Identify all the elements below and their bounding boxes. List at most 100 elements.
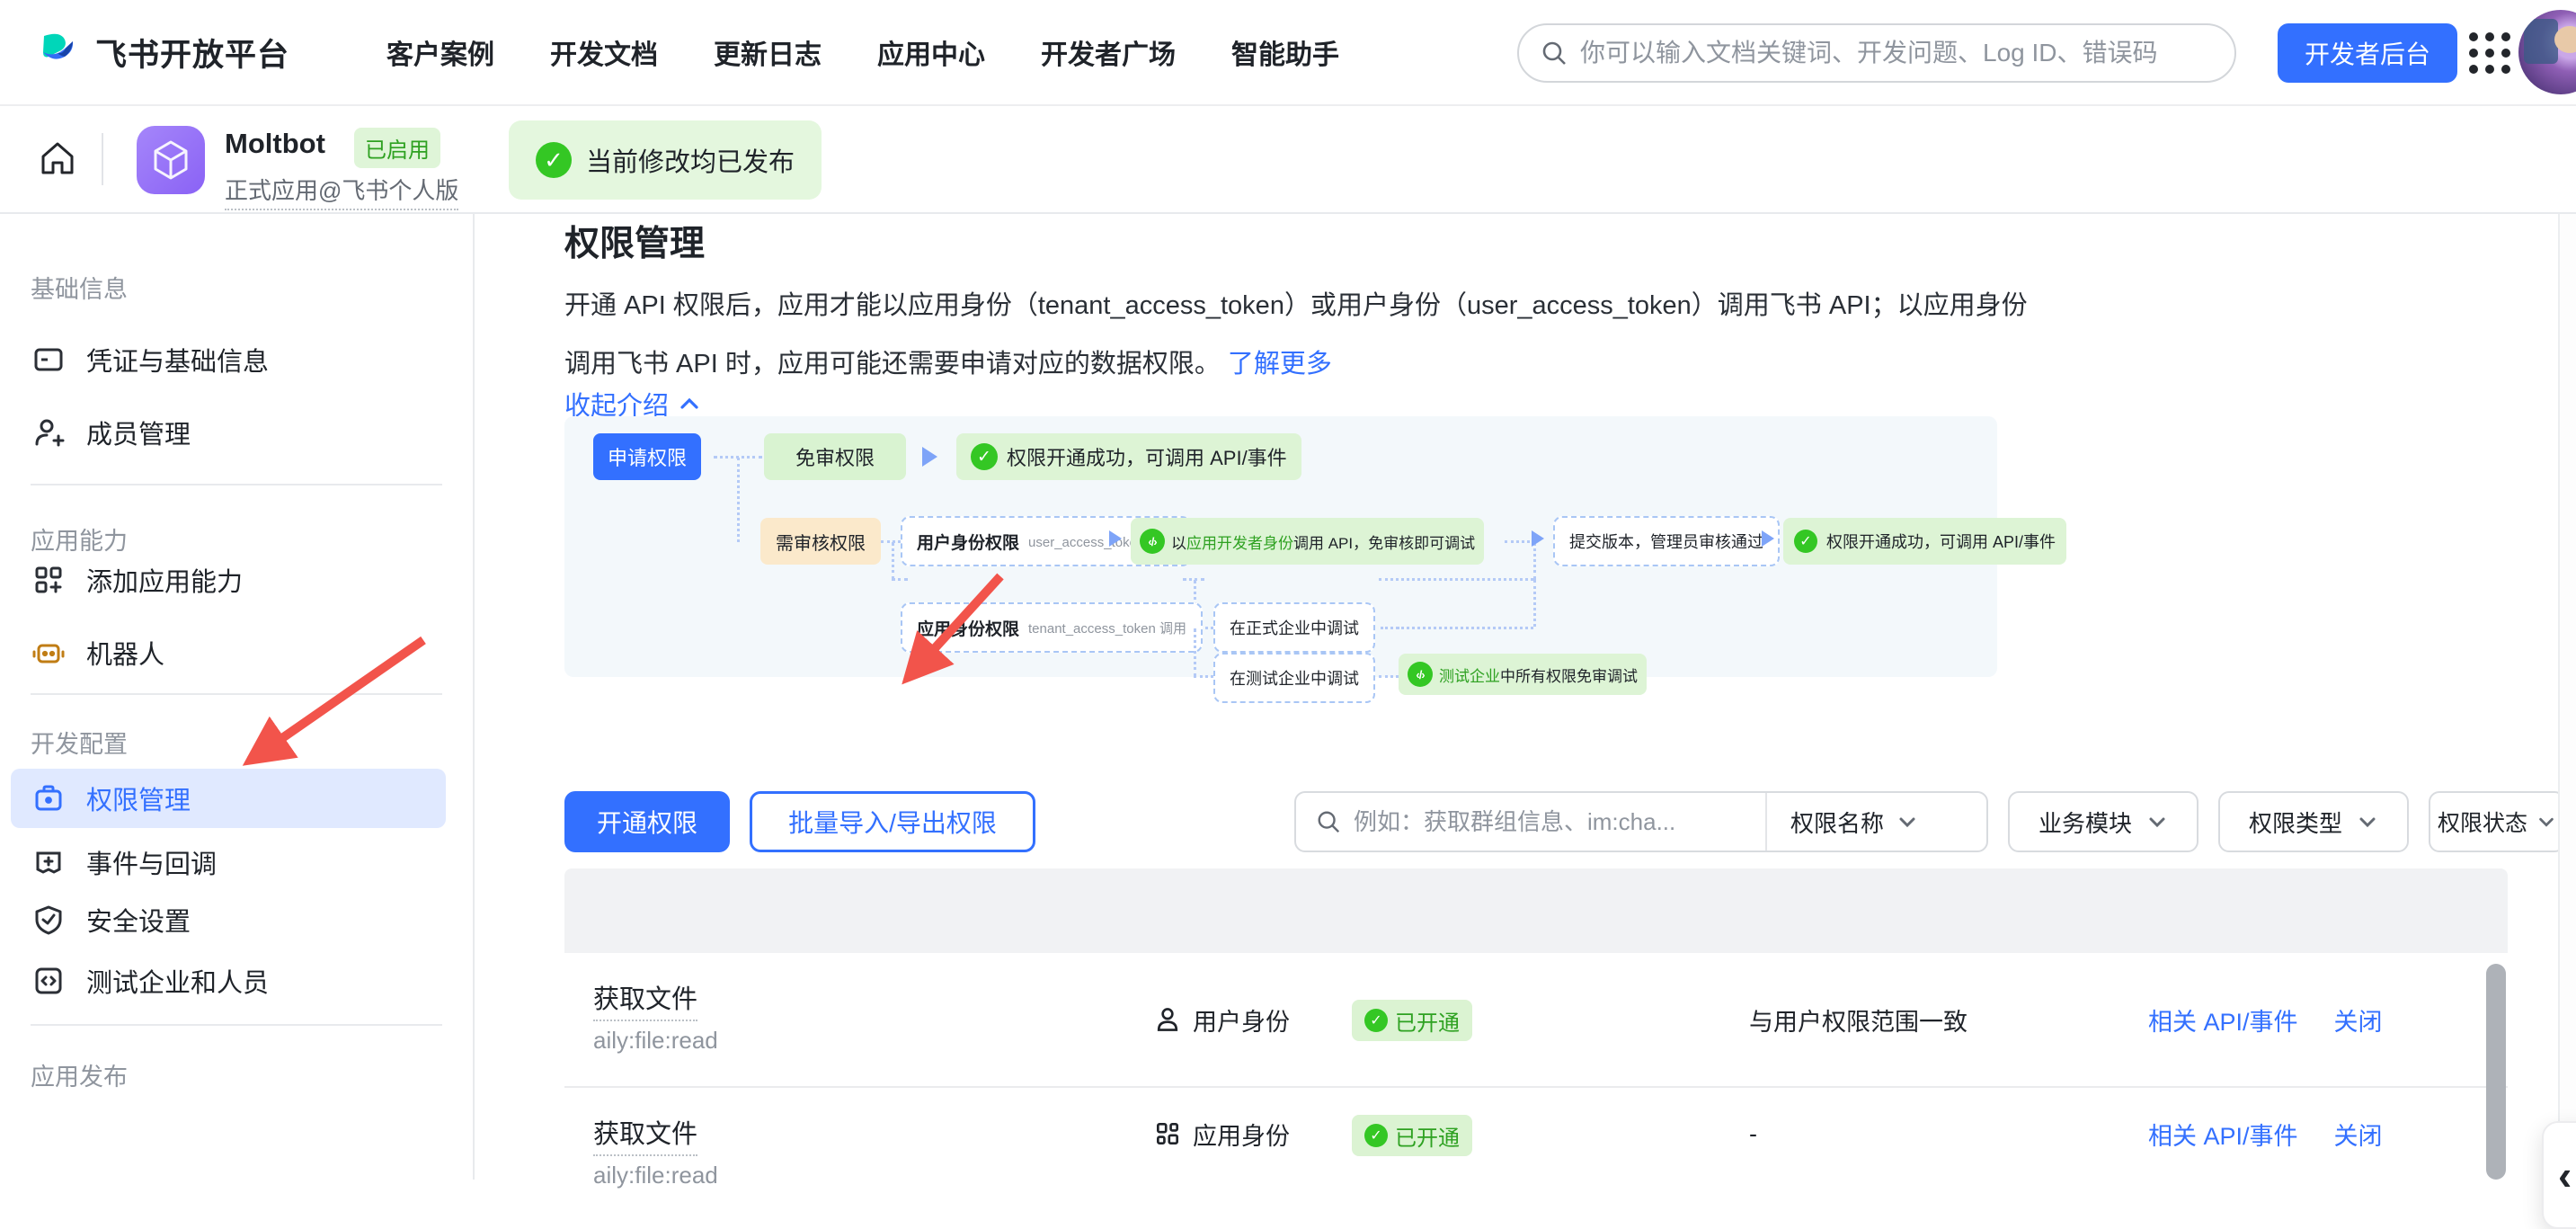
- sidebar-item-label: 权限管理: [86, 779, 191, 817]
- flow-dev-text: 以应用开发者身份调用 API，免审核即可调试: [1171, 530, 1475, 553]
- connector: [1379, 578, 1533, 581]
- flow-node-no-review: 免审权限: [764, 433, 906, 480]
- search-icon: [1316, 809, 1341, 834]
- page-scrollbar-gutter[interactable]: [2558, 214, 2576, 1180]
- shield-check-icon: [32, 904, 65, 936]
- enabled-status-badge: 已启用: [354, 128, 440, 168]
- filter-business-module[interactable]: 业务模块: [2008, 791, 2198, 852]
- data-scope-cell: -: [1749, 1088, 1757, 1180]
- user-avatar[interactable]: [2518, 10, 2576, 94]
- chevron-down-icon: [2146, 811, 2168, 833]
- permission-name[interactable]: 获取文件: [593, 1113, 697, 1156]
- filter-label: 权限状态: [2438, 806, 2527, 838]
- arrow-right-icon: [1762, 530, 1774, 547]
- app-icon[interactable]: [137, 126, 205, 194]
- feishu-logo-icon: [36, 30, 81, 75]
- close-permission-link[interactable]: 关闭: [2334, 1117, 2383, 1152]
- connector: [1194, 628, 1196, 677]
- learn-more-link[interactable]: 了解更多: [1228, 350, 1332, 378]
- sidebar-item-events[interactable]: 事件与回调: [11, 833, 446, 892]
- sidebar-item-label: 凭证与基础信息: [86, 341, 269, 378]
- related-api-link[interactable]: 相关 API/事件: [2148, 1117, 2298, 1152]
- sidebar-item-security[interactable]: 安全设置: [11, 890, 446, 949]
- flow-success2-text: 权限开通成功，可调用 API/事件: [1826, 530, 2056, 553]
- search-icon: [1541, 40, 1568, 67]
- connector: [892, 578, 908, 581]
- dev-code-icon: ‹/›: [1140, 529, 1165, 554]
- intro-line-1: 开通 API 权限后，应用才能以应用身份（tenant_access_token…: [564, 284, 2028, 322]
- sidebar-item-label: 事件与回调: [86, 843, 217, 881]
- check-circle-icon: ✓: [536, 142, 572, 178]
- connector: [737, 458, 740, 542]
- published-status-text: 当前修改均已发布: [586, 141, 795, 179]
- primary-nav: 客户案例 开发文档 更新日志 应用中心 开发者广场 智能助手: [386, 32, 1339, 72]
- permission-flow-diagram: 申请权限 免审权限 ✓ 权限开通成功，可调用 API/事件 需审核权限 用户身份…: [564, 416, 1997, 677]
- flow-app-identity-sub: tenant_access_token 调用: [1028, 619, 1186, 637]
- event-callback-icon: [32, 846, 65, 878]
- connector: [1397, 627, 1533, 629]
- dev-code-icon: ‹/›: [1408, 662, 1433, 687]
- nav-item-developer-plaza[interactable]: 开发者广场: [1041, 32, 1176, 72]
- developer-console-button[interactable]: 开发者后台: [2278, 23, 2457, 83]
- batch-import-export-button[interactable]: 批量导入/导出权限: [750, 791, 1035, 852]
- code-box-icon: [32, 965, 65, 997]
- check-circle-icon: ✓: [1364, 1124, 1388, 1147]
- chevron-up-icon: [678, 392, 701, 415]
- permission-search-box[interactable]: 权限名称: [1294, 791, 1988, 852]
- search-type-select[interactable]: 权限名称: [1767, 806, 1941, 839]
- connector: [881, 540, 901, 543]
- table-header: [564, 868, 2508, 953]
- close-permission-link[interactable]: 关闭: [2334, 1002, 2383, 1038]
- check-circle-icon: ✓: [971, 443, 998, 470]
- collapse-panel-float-button[interactable]: ‹: [2542, 1121, 2576, 1229]
- nav-item-docs[interactable]: 开发文档: [550, 32, 658, 72]
- apps-grid-icon[interactable]: [2460, 23, 2519, 83]
- nav-item-app-center[interactable]: 应用中心: [877, 32, 985, 72]
- filter-permission-type[interactable]: 权限类型: [2218, 791, 2409, 852]
- sidebar-item-bot[interactable]: 机器人: [11, 623, 446, 682]
- top-navigation: 飞书开放平台 客户案例 开发文档 更新日志 应用中心 开发者广场 智能助手 开发…: [0, 0, 2576, 106]
- nav-item-cases[interactable]: 客户案例: [386, 32, 494, 72]
- flow-success-text: 权限开通成功，可调用 API/事件: [1007, 442, 1287, 471]
- permission-name[interactable]: 获取文件: [593, 978, 697, 1021]
- sidebar-item-test-company[interactable]: 测试企业和人员: [11, 951, 446, 1011]
- person-add-icon: [32, 416, 65, 449]
- filter-permission-status[interactable]: 权限状态: [2429, 791, 2565, 852]
- status-label: 已开通: [1395, 1005, 1460, 1037]
- global-search-box[interactable]: [1517, 23, 2236, 83]
- flow-node-debug-prod: 在正式企业中调试: [1213, 602, 1375, 653]
- sidebar: 基础信息 凭证与基础信息 成员管理 应用能力 添加应用能力: [0, 214, 475, 1180]
- check-circle-icon: ✓: [1364, 1009, 1388, 1032]
- divider: [31, 693, 442, 695]
- sidebar-item-add-capability[interactable]: 添加应用能力: [11, 550, 446, 610]
- status-badge: ✓ 已开通: [1352, 1000, 1472, 1041]
- flow-node-success: ✓ 权限开通成功，可调用 API/事件: [956, 433, 1301, 480]
- sidebar-item-permissions[interactable]: 权限管理: [11, 769, 446, 828]
- home-icon[interactable]: [36, 137, 79, 180]
- sidebar-item-members[interactable]: 成员管理: [11, 403, 446, 462]
- permission-search-input[interactable]: [1354, 808, 1758, 836]
- robot-icon: [32, 637, 65, 669]
- connector: [1533, 580, 1536, 627]
- published-status-pill: ✓ 当前修改均已发布: [509, 120, 822, 200]
- sidebar-section-basic-info: 基础信息: [31, 270, 128, 305]
- brand-title: 飞书开放平台: [95, 30, 289, 76]
- intro-line-2: 调用飞书 API 时，应用可能还需要申请对应的数据权限。 了解更多: [564, 343, 1332, 380]
- nav-item-changelog[interactable]: 更新日志: [714, 32, 822, 72]
- global-search-input[interactable]: [1580, 39, 2209, 67]
- permission-code: aily:file:read: [593, 1027, 718, 1055]
- permission-code: aily:file:read: [593, 1162, 718, 1189]
- page-title: 权限管理: [564, 216, 705, 266]
- permission-type-cell: 应用身份: [1153, 1088, 1290, 1180]
- sidebar-item-credentials[interactable]: 凭证与基础信息: [11, 330, 446, 389]
- row-actions: 相关 API/事件 关闭: [2148, 953, 2383, 1086]
- nav-item-assistant[interactable]: 智能助手: [1231, 32, 1339, 72]
- related-api-link[interactable]: 相关 API/事件: [2148, 1002, 2298, 1038]
- flow-node-debug-test: 在测试企业中调试: [1213, 653, 1375, 703]
- app-edition-label[interactable]: 正式应用@飞书个人版: [225, 173, 458, 210]
- open-permission-button[interactable]: 开通权限: [564, 791, 730, 852]
- sidebar-item-label: 机器人: [86, 634, 164, 672]
- arrow-right-icon: [922, 447, 937, 467]
- connector: [1533, 542, 1536, 580]
- table-scrollbar-thumb[interactable]: [2486, 964, 2506, 1180]
